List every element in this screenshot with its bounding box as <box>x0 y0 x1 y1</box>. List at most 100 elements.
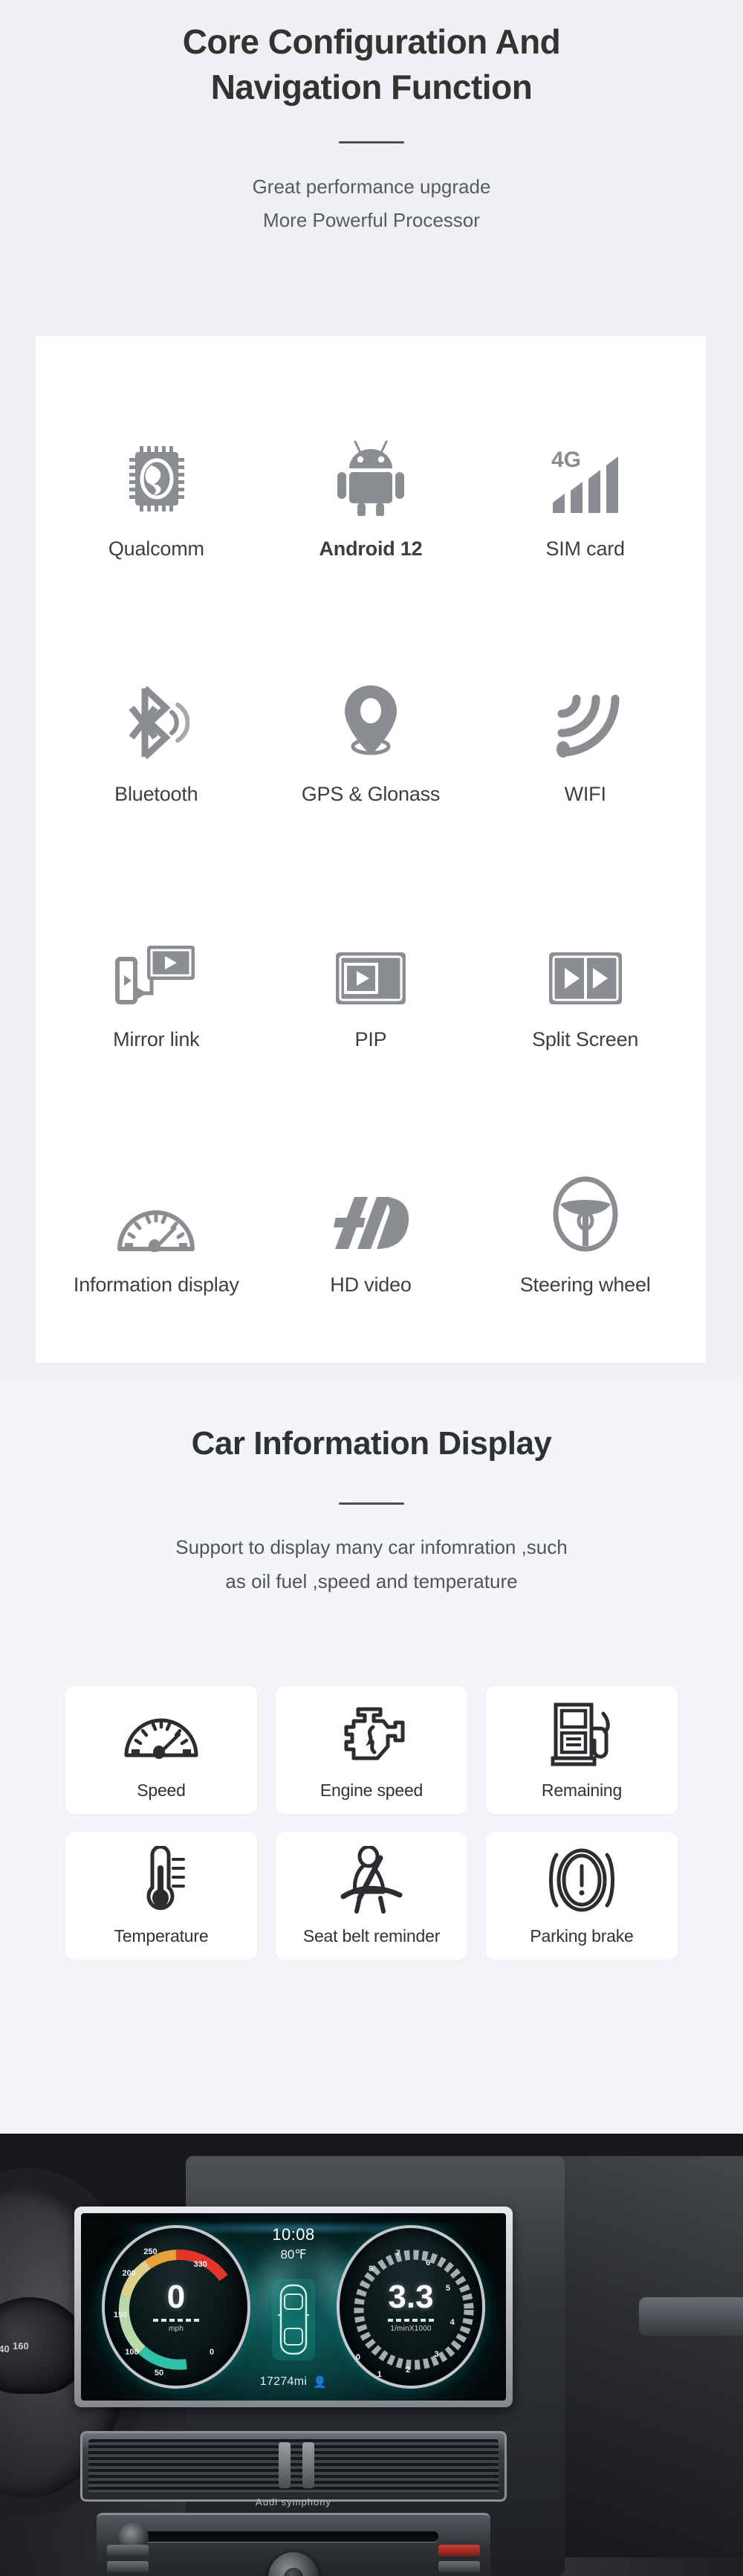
core-section-title: Core Configuration And Navigation Functi… <box>0 0 743 110</box>
speed-tick-0: 0 <box>209 2348 215 2357</box>
head-unit-bezel: 250 330 200 150 100 50 0 0 mph 10:08 80℉… <box>74 2207 513 2407</box>
rpm-tick-0: 0 <box>355 2352 361 2362</box>
radio-control-panel: Audi symphony <box>97 2496 490 2576</box>
feature-item-gps[interactable]: GPS & Glonass <box>264 608 478 853</box>
bluetooth-icon <box>49 654 264 766</box>
feature-label: Split Screen <box>532 1027 639 1050</box>
info-card-label: Engine speed <box>319 1780 424 1800</box>
digital-cluster-screen[interactable]: 250 330 200 150 100 50 0 0 mph 10:08 80℉… <box>81 2213 506 2401</box>
feature-item-pip[interactable]: PIP <box>264 853 478 1099</box>
feature-label: PIP <box>354 1027 387 1050</box>
cluster-tick-140: 140 <box>0 2343 10 2354</box>
seatbelt-warning-icon: 👤 <box>313 2376 328 2389</box>
rpm-tick-8: 8 <box>369 2265 374 2274</box>
radio-button-fm[interactable] <box>107 2545 149 2556</box>
rpm-tick-2: 2 <box>406 2365 411 2375</box>
svg-text:4G: 4G <box>551 448 581 472</box>
core-subtitle-line-1: Great performance upgrade <box>252 175 491 198</box>
feature-label: Mirror link <box>113 1027 200 1050</box>
mirror-link-icon <box>49 900 264 1011</box>
feature-item-qualcomm[interactable]: Qualcomm <box>49 363 264 608</box>
speedometer-icon <box>123 1700 200 1769</box>
info-card-label: Temperature <box>114 1925 209 1946</box>
feature-item-mirror-link[interactable]: Mirror link <box>49 853 264 1099</box>
feature-item-steering-wheel[interactable]: Steering wheel <box>478 1098 692 1343</box>
info-card-engine-speed[interactable]: Engine speed <box>276 1686 467 1814</box>
feature-label: Android 12 <box>319 538 423 561</box>
car-information-section: Car Information Display Support to displ… <box>0 1379 743 2134</box>
info-card-label: Seat belt reminder <box>302 1925 441 1946</box>
feature-item-information-display[interactable]: Information display <box>49 1098 264 1343</box>
rpm-gauge: 8 7 6 5 4 3 2 1 0 3.3 1/minX1000 <box>337 2225 485 2389</box>
feature-grid: Qualcomm Android 12 4G SIM card Bluetoot… <box>36 336 706 1363</box>
radio-left-buttons[interactable] <box>107 2545 149 2576</box>
feature-label: Steering wheel <box>519 1273 651 1296</box>
seat-belt-icon <box>334 1845 409 1914</box>
vent-knob-left[interactable] <box>279 2442 291 2488</box>
feature-label: SIM card <box>545 538 625 561</box>
radio-right-buttons[interactable] <box>438 2545 480 2576</box>
hd-video-icon <box>264 1145 478 1256</box>
radio-brand-label: Audi symphony <box>256 2496 331 2508</box>
info-card-label: Remaining <box>541 1780 623 1800</box>
feature-item-wifi[interactable]: WIFI <box>478 608 692 853</box>
cd-slot[interactable] <box>141 2531 438 2542</box>
speed-tick-200: 200 <box>122 2269 136 2279</box>
rpm-tick-6: 6 <box>425 2258 431 2267</box>
qualcomm-chip-icon <box>49 409 264 520</box>
core-section-subtitle: Great performance upgrade More Powerful … <box>0 170 743 236</box>
rpm-tick-4: 4 <box>450 2318 455 2328</box>
rpm-tick-5: 5 <box>445 2283 450 2293</box>
gps-pin-icon <box>264 654 478 766</box>
4g-signal-icon: 4G <box>478 409 692 520</box>
core-configuration-section: Core Configuration And Navigation Functi… <box>0 0 743 1379</box>
info-card-label: Parking brake <box>530 1925 634 1946</box>
core-title-line-2: Navigation Function <box>210 68 533 107</box>
info-card-seat-belt-reminder[interactable]: Seat belt reminder <box>276 1832 467 1960</box>
gauge-icon <box>49 1145 264 1256</box>
center-air-vents <box>80 2431 507 2502</box>
feature-label: Qualcomm <box>108 538 204 561</box>
feature-label: WIFI <box>564 783 606 806</box>
info-card-parking-brake[interactable]: Parking brake <box>486 1832 678 1960</box>
radio-button-power[interactable] <box>438 2545 480 2556</box>
info-card-temperature[interactable]: Temperature <box>65 1832 257 1960</box>
feature-item-sim-card[interactable]: 4G SIM card <box>478 363 692 608</box>
carinfo-subtitle-line-1: Support to display many car infomration … <box>175 1536 568 1558</box>
feature-label: Bluetooth <box>114 783 198 806</box>
feature-item-android[interactable]: Android 12 <box>264 363 478 608</box>
speed-tick-50: 50 <box>154 2369 164 2378</box>
info-card-speed[interactable]: Speed <box>65 1686 257 1814</box>
radio-button-setup[interactable] <box>438 2561 480 2572</box>
speed-gauge: 250 330 200 150 100 50 0 0 mph <box>102 2225 250 2389</box>
odometer-row: 17274mi 👤 <box>260 2375 327 2389</box>
speed-tick-150: 150 <box>113 2310 128 2320</box>
core-subtitle-line-2: More Powerful Processor <box>263 209 480 232</box>
info-card-remaining[interactable]: Remaining <box>486 1686 678 1814</box>
feature-label: HD video <box>330 1273 412 1296</box>
core-title-line-1: Core Configuration And <box>182 22 561 61</box>
carinfo-section-title: Car Information Display <box>191 1425 552 1462</box>
feature-label: Information display <box>73 1273 239 1296</box>
carinfo-subtitle-line-2: as oil fuel ,speed and temperature <box>225 1570 518 1593</box>
speed-gauge-ticks: 250 330 200 150 100 50 0 <box>105 2228 247 2386</box>
split-screen-icon <box>478 900 692 1011</box>
feature-label: GPS & Glonass <box>301 783 441 806</box>
feature-item-bluetooth[interactable]: Bluetooth <box>49 608 264 853</box>
feature-item-split-screen[interactable]: Split Screen <box>478 853 692 1099</box>
info-card-label: Speed <box>137 1780 186 1800</box>
vent-knob-right[interactable] <box>302 2442 314 2488</box>
speed-tick-250: 250 <box>143 2247 158 2256</box>
rpm-tick-3: 3 <box>434 2349 439 2359</box>
carinfo-section-subtitle: Support to display many car infomration … <box>0 1530 743 1599</box>
feature-item-hd-video[interactable]: HD video <box>264 1098 478 1343</box>
cluster-center-info: 10:08 80℉ <box>272 2225 315 2262</box>
radio-tuning-dial[interactable] <box>268 2552 319 2576</box>
product-detail-page: Core Configuration And Navigation Functi… <box>0 0 743 2576</box>
engine-check-icon <box>337 1700 406 1769</box>
odometer-readout: 17274mi <box>259 2375 308 2388</box>
radio-button-am[interactable] <box>107 2561 149 2572</box>
parking-brake-icon <box>545 1846 619 1914</box>
core-divider-wrap <box>0 141 743 144</box>
fuel-pump-icon <box>550 1700 614 1769</box>
